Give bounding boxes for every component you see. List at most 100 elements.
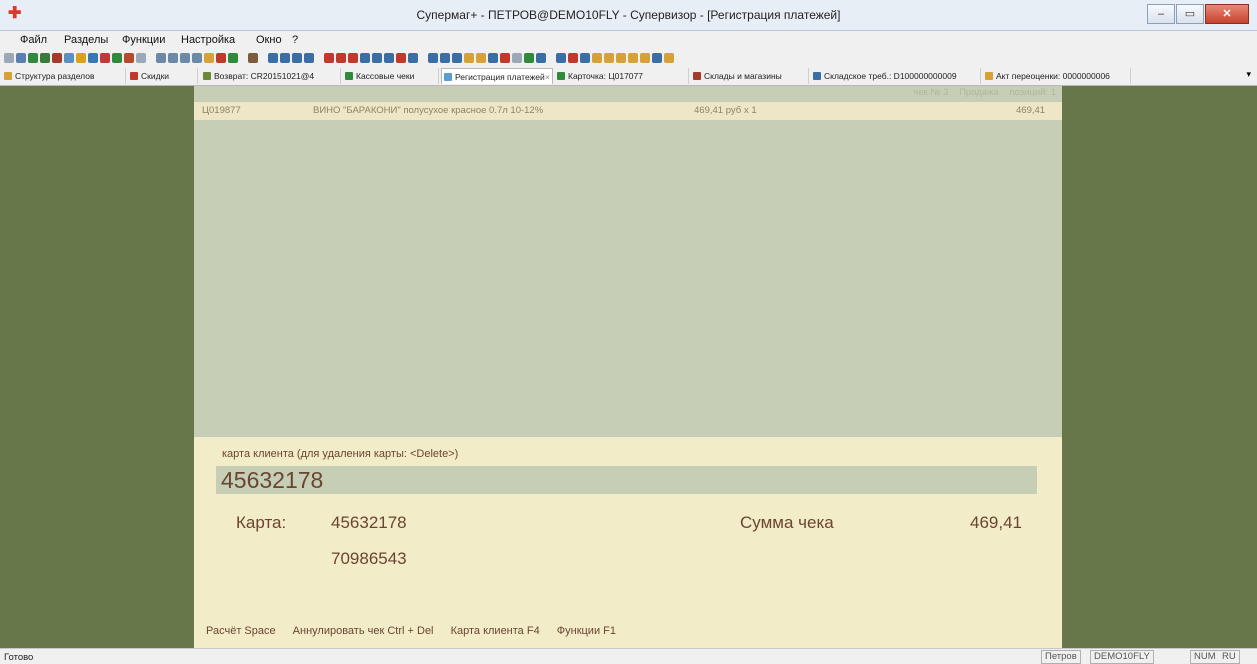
status-bar: Готово Петров DEMO10FLY NUM RU bbox=[0, 648, 1257, 664]
toolbar-list1-icon[interactable] bbox=[156, 52, 166, 63]
toolbar-new-icon[interactable] bbox=[4, 52, 14, 63]
tab-payment-registration[interactable]: Регистрация платежей × bbox=[441, 68, 553, 84]
window-title: Супермаг+ - ПЕТРОВ@DEMO10FLY - Супервизо… bbox=[416, 8, 841, 22]
menu-help[interactable]: ? bbox=[292, 34, 298, 46]
item-code: Ц019877 bbox=[202, 105, 241, 116]
payment-icon bbox=[444, 73, 452, 81]
toolbar-list5-icon[interactable] bbox=[204, 52, 214, 63]
tab-return[interactable]: Возврат: CR20151021@4 bbox=[201, 68, 341, 84]
toolbar-list2-icon[interactable] bbox=[168, 52, 178, 63]
toolbar-move5-icon[interactable] bbox=[604, 52, 614, 63]
tab-cash-receipts[interactable]: Кассовые чеки bbox=[343, 68, 439, 84]
tabs-overflow-icon[interactable]: ▾ bbox=[1246, 69, 1251, 80]
window-controls: – ▭ ✕ bbox=[1146, 4, 1249, 24]
toolbar-move9-icon[interactable] bbox=[652, 52, 662, 63]
hotkey-functions[interactable]: Функции F1 bbox=[557, 625, 616, 637]
toolbar-x3-icon[interactable] bbox=[348, 52, 358, 63]
toolbar-move6-icon[interactable] bbox=[616, 52, 626, 63]
toolbar-report3-icon[interactable] bbox=[292, 52, 302, 63]
toolbar-doc3-icon[interactable] bbox=[100, 52, 110, 63]
toolbar-move3-icon[interactable] bbox=[580, 52, 590, 63]
toolbar-gear-icon[interactable] bbox=[248, 52, 258, 63]
toolbar-grid2-icon[interactable] bbox=[124, 52, 134, 63]
toolbar-doc9-icon[interactable] bbox=[452, 52, 462, 63]
toolbar-move2-icon[interactable] bbox=[568, 52, 578, 63]
toolbar-move7-icon[interactable] bbox=[628, 52, 638, 63]
toolbar-flag-icon[interactable] bbox=[136, 52, 146, 63]
menu-functions[interactable]: Функции bbox=[122, 34, 165, 46]
item-quantity: x 1 bbox=[744, 105, 757, 116]
hotkey-payment[interactable]: Расчёт Space bbox=[206, 625, 276, 637]
toolbar-doc7-icon[interactable] bbox=[428, 52, 438, 63]
toolbar-doc12-icon[interactable] bbox=[488, 52, 498, 63]
receipt-mode: Продажа bbox=[959, 87, 999, 98]
act-icon bbox=[985, 72, 993, 80]
toolbar-doc15-icon[interactable] bbox=[536, 52, 546, 63]
toolbar-list7-icon[interactable] bbox=[228, 52, 238, 63]
status-numlock: NUM bbox=[1190, 650, 1219, 664]
left-side-panel bbox=[0, 86, 194, 648]
toolbar-doc11-icon[interactable] bbox=[476, 52, 486, 63]
toolbar-doc13-icon[interactable] bbox=[500, 52, 510, 63]
menu-window[interactable]: Окно bbox=[256, 34, 282, 46]
toolbar-green-icon[interactable] bbox=[28, 52, 38, 63]
toolbar-doc10-icon[interactable] bbox=[464, 52, 474, 63]
item-name: ВИНО "БАРАКОНИ" полусухое красное 0.7л 1… bbox=[313, 105, 544, 116]
menu-file[interactable]: Файл bbox=[20, 34, 47, 46]
toolbar-list3-icon[interactable] bbox=[180, 52, 190, 63]
toolbar-doc6-icon[interactable] bbox=[408, 52, 418, 63]
client-card-input[interactable]: 45632178 bbox=[216, 466, 1037, 494]
toolbar-store-icon[interactable] bbox=[52, 52, 62, 63]
tab-revaluation-act[interactable]: Акт переоценки: 0000000006 bbox=[983, 68, 1131, 84]
tab-close-icon[interactable]: × bbox=[545, 69, 550, 84]
status-text: Готово bbox=[4, 652, 34, 663]
toolbar-window-icon[interactable] bbox=[16, 52, 26, 63]
toolbar-report1-icon[interactable] bbox=[268, 52, 278, 63]
toolbar-filter-icon[interactable] bbox=[360, 52, 370, 63]
right-side-panel bbox=[1062, 86, 1257, 648]
toolbar-chart-icon[interactable] bbox=[64, 52, 74, 63]
menu-sections[interactable]: Разделы bbox=[64, 34, 108, 46]
toolbar-report4-icon[interactable] bbox=[304, 52, 314, 63]
close-button[interactable]: ✕ bbox=[1205, 4, 1249, 24]
toolbar-x4-icon[interactable] bbox=[396, 52, 406, 63]
hotkey-client-card[interactable]: Карта клиента F4 bbox=[451, 625, 540, 637]
tab-card[interactable]: Карточка: Ц017077 bbox=[555, 68, 689, 84]
card-number-2: 70986543 bbox=[331, 549, 407, 568]
toolbar-grid-icon[interactable] bbox=[112, 52, 122, 63]
toolbar-tree-icon[interactable] bbox=[40, 52, 50, 63]
toolbar-list4-icon[interactable] bbox=[192, 52, 202, 63]
toolbar-doc-icon[interactable] bbox=[76, 52, 86, 63]
receipt-item-row[interactable]: Ц019877 ВИНО "БАРАКОНИ" полусухое красно… bbox=[194, 102, 1062, 120]
toolbar-doc2-icon[interactable] bbox=[88, 52, 98, 63]
tab-warehouse-request[interactable]: Складское треб.: D100000000009 bbox=[811, 68, 981, 84]
toolbar-x2-icon[interactable] bbox=[336, 52, 346, 63]
minimize-button[interactable]: – bbox=[1147, 4, 1175, 24]
toolbar-move4-icon[interactable] bbox=[592, 52, 602, 63]
toolbar-x1-icon[interactable] bbox=[324, 52, 334, 63]
toolbar-doc8-icon[interactable] bbox=[440, 52, 450, 63]
restore-button[interactable]: ▭ bbox=[1176, 4, 1204, 24]
hotkey-cancel-receipt[interactable]: Аннулировать чек Ctrl + Del bbox=[293, 625, 434, 637]
toolbar-doc4-icon[interactable] bbox=[372, 52, 382, 63]
toolbar-doc14-icon[interactable] bbox=[512, 52, 522, 63]
receipt-number: чек № 3 bbox=[913, 87, 949, 98]
menu-settings[interactable]: Настройка bbox=[181, 34, 235, 46]
receipt-icon bbox=[345, 72, 353, 80]
toolbar-calendar-icon[interactable] bbox=[664, 52, 674, 63]
toolbar-move8-icon[interactable] bbox=[640, 52, 650, 63]
client-card-caption: карта клиента (для удаления карты: <Dele… bbox=[222, 448, 459, 460]
tab-structure[interactable]: Структура разделов bbox=[2, 68, 126, 84]
hotkeys-bar: Расчёт Space Аннулировать чек Ctrl + Del… bbox=[206, 625, 630, 637]
toolbar-move1-icon[interactable] bbox=[556, 52, 566, 63]
card-label: Карта: bbox=[236, 513, 287, 532]
toolbar-bag-icon[interactable] bbox=[524, 52, 534, 63]
item-sum: 469,41 bbox=[1016, 105, 1046, 116]
toolbar-list6-icon[interactable] bbox=[216, 52, 226, 63]
card-icon bbox=[557, 72, 565, 80]
toolbar bbox=[0, 49, 1257, 66]
tab-warehouses[interactable]: Склады и магазины bbox=[691, 68, 809, 84]
toolbar-report2-icon[interactable] bbox=[280, 52, 290, 63]
tab-discounts[interactable]: Скидки bbox=[128, 68, 198, 84]
toolbar-doc5-icon[interactable] bbox=[384, 52, 394, 63]
